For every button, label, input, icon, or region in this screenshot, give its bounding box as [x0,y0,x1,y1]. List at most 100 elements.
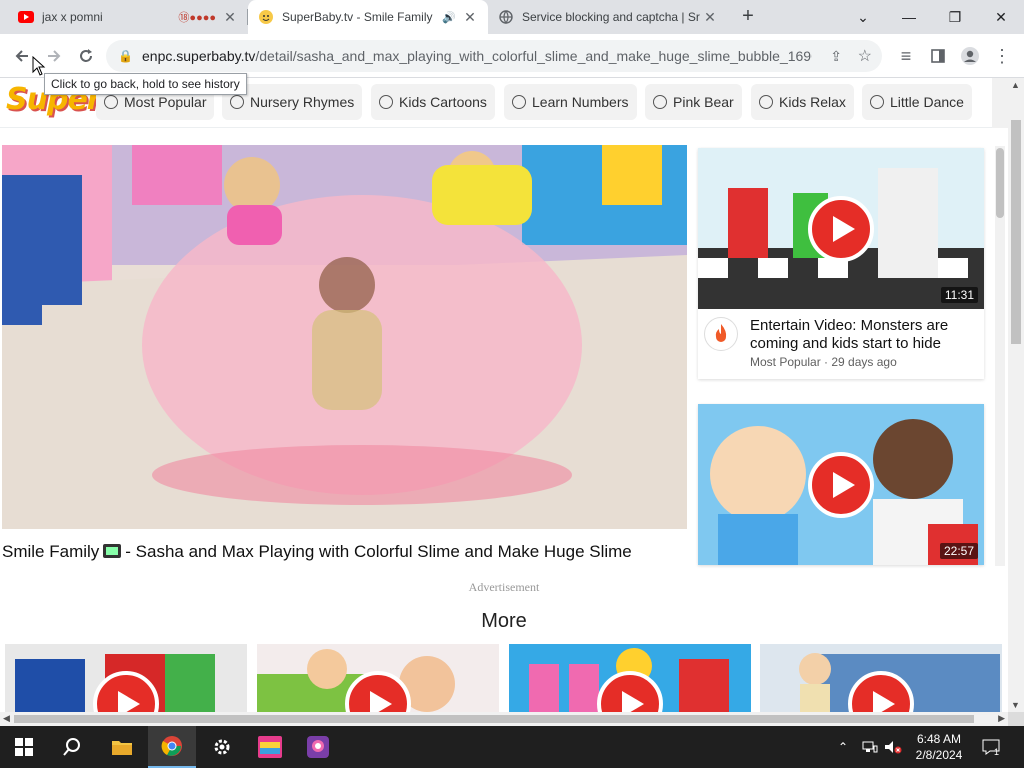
emoji-strip: ⑱●●●● [178,12,216,24]
minimize-button[interactable]: — [886,0,932,34]
close-window-button[interactable]: ✕ [978,0,1024,34]
share-icon[interactable]: ⇪ [830,48,842,65]
chrome-icon [161,736,182,756]
face-icon [379,95,393,109]
tab-service-blocking[interactable]: Service blocking and captcha | Sr ✕ [488,0,728,34]
globe-icon [498,9,514,25]
page-content: Super Most Popular Nursery Rhymes Kids C… [0,78,1008,712]
page-vertical-scrollbar[interactable]: ▲ ▼ [1008,78,1024,712]
notification-center[interactable]: 1 [982,726,1000,768]
tab-strip: jax x pomni ⑱●●●● ✕ SuperBaby.tv - Smile… [0,0,1024,34]
video-duration: 11:31 [940,287,978,303]
fire-icon [704,317,738,351]
scroll-down-icon[interactable]: ▼ [1011,700,1020,710]
scrollbar-corner [1008,712,1024,726]
video-title: Smile Family - Sasha and Max Playing with… [2,542,632,561]
category-learn-numbers[interactable]: Learn Numbers [504,84,637,120]
tab-youtube[interactable]: jax x pomni ⑱●●●● ✕ [8,0,248,34]
relax-icon [759,95,773,109]
close-tab-icon[interactable]: ✕ [702,9,718,26]
new-tab-button[interactable]: + [736,5,760,29]
search-icon [63,738,80,756]
tab-title: jax x pomni [42,10,103,24]
superbaby-icon [258,9,274,25]
scrollbar-thumb[interactable] [14,715,974,723]
menu-kebab-icon[interactable]: ⋮ [988,42,1016,70]
settings-button[interactable] [198,726,246,768]
file-explorer-button[interactable] [98,726,146,768]
volume-muted-icon[interactable] [884,726,902,768]
mouse-cursor-icon [32,56,46,76]
app-icon [307,736,329,758]
category-scrollbar[interactable] [992,78,1008,128]
related-video-card[interactable]: 22:57 [698,404,984,565]
scroll-left-icon[interactable]: ◀ [3,713,10,724]
back-tooltip: Click to go back, hold to see history [44,73,247,95]
clock-date: 2/8/2024 [915,748,963,762]
sidebar-scrollbar[interactable] [995,146,1005,566]
music-icon [230,95,244,109]
start-button[interactable] [0,726,48,768]
network-icon[interactable] [862,726,878,768]
video-thumbnail[interactable]: 22:57 [698,404,984,565]
smile-icon [104,95,118,109]
tab-superbaby[interactable]: SuperBaby.tv - Smile Family 🔊 ✕ [248,0,488,34]
clock-time: 6:48 AM [916,732,962,746]
more-video-thumbnail[interactable] [509,644,751,712]
video-duration: 22:57 [939,543,978,559]
side-panel-icon[interactable] [924,42,952,70]
bookmark-star-icon[interactable]: ☆ [858,46,872,66]
app-taskbar-button[interactable] [246,726,294,768]
paw-icon [653,95,667,109]
reload-button[interactable] [72,42,100,70]
reload-icon [80,49,92,62]
abacus-icon [512,95,526,109]
more-video-thumbnail[interactable] [5,644,247,712]
close-tab-icon[interactable]: ✕ [222,9,238,26]
more-video-thumbnail[interactable] [257,644,499,712]
search-button[interactable] [48,726,96,768]
youtube-icon [18,9,34,25]
address-bar[interactable]: 🔒 enpc.superbaby.tv/detail/sasha_and_max… [106,40,882,72]
windows-taskbar: ⌃ 6:48 AM 2/8/2024 1 [0,726,1024,768]
tv-icon [103,544,122,558]
related-video-meta: Most Popular · 29 days ago [750,355,897,369]
show-hidden-icons[interactable]: ⌃ [838,726,848,768]
chrome-taskbar-button[interactable] [148,726,196,768]
tab-search-icon[interactable]: ⌄ [840,0,886,34]
profile-avatar[interactable] [956,42,984,70]
play-button[interactable] [808,451,874,518]
app-taskbar-button[interactable] [294,726,342,768]
video-thumbnail[interactable]: 11:31 [698,148,984,309]
close-tab-icon[interactable]: ✕ [462,9,478,26]
arrow-left-icon [15,50,28,62]
category-kids-relax[interactable]: Kids Relax [751,84,854,120]
category-kids-cartoons[interactable]: Kids Cartoons [371,84,495,120]
play-button[interactable] [808,195,874,262]
related-video-card[interactable]: 11:31 Entertain Video: Monsters are comi… [698,148,984,379]
gear-icon [214,739,230,755]
system-clock[interactable]: 6:48 AM 2/8/2024 [906,731,972,763]
restore-button[interactable]: ❐ [932,0,978,34]
scroll-right-icon[interactable]: ▶ [998,713,1005,724]
media-control-icon[interactable]: ≡ [892,42,920,70]
url-text[interactable]: enpc.superbaby.tv/detail/sasha_and_max_p… [142,48,812,64]
tab-title: SuperBaby.tv - Smile Family [282,10,433,24]
scrollbar-thumb[interactable] [1011,120,1021,344]
windows-logo-icon [15,738,33,756]
related-video-title[interactable]: Entertain Video: Monsters are coming and… [750,317,978,353]
folder-icon [112,741,132,755]
advertisement-label: Advertisement [468,580,540,594]
scroll-up-icon[interactable]: ▲ [1011,80,1020,90]
page-horizontal-scrollbar[interactable]: ◀ ▶ [0,712,1008,726]
app-icon [258,736,282,758]
category-pink-bear[interactable]: Pink Bear [645,84,742,120]
more-heading: More [481,610,527,632]
more-video-thumbnail[interactable] [760,644,1002,712]
audio-icon[interactable]: 🔊 [442,11,456,24]
lock-icon[interactable]: 🔒 [118,49,133,63]
main-video-player[interactable] [2,145,687,529]
tab-title: Service blocking and captcha | Sr [522,10,700,24]
arrow-right-icon [48,50,61,62]
category-little-dance[interactable]: Little Dance [862,84,972,120]
